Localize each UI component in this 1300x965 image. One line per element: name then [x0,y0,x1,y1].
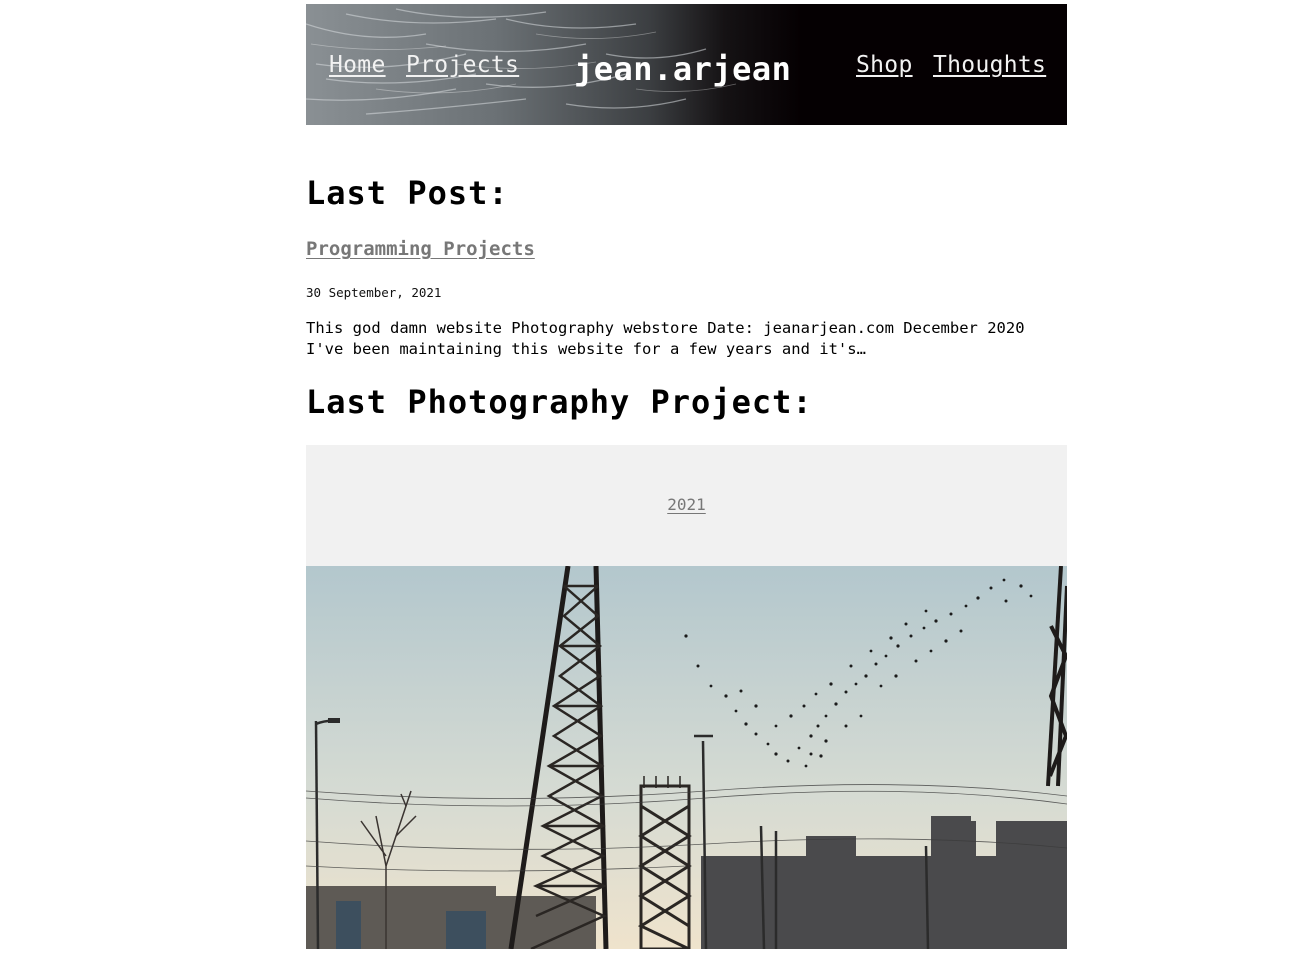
project-year-link[interactable]: 2021 [306,495,1067,514]
post-title-link[interactable]: Programming Projects [306,238,535,260]
header-banner: Home Projects jean.arjean Shop Thoughts [306,4,1067,125]
nav-projects-link[interactable]: Projects [406,52,519,78]
page-container: Home Projects jean.arjean Shop Thoughts … [306,4,1067,949]
last-photography-heading: Last Photography Project: [306,383,813,421]
industrial-skyline-photo-image [306,566,1067,949]
nav-home-link[interactable]: Home [329,52,386,78]
nav-shop-link[interactable]: Shop [856,52,913,78]
post-excerpt: This god damn website Photography websto… [306,319,1025,358]
project-photo[interactable] [306,566,1067,949]
last-post-heading: Last Post: [306,174,509,212]
project-year-box[interactable]: 2021 [306,445,1067,566]
nav-thoughts-link[interactable]: Thoughts [933,52,1046,78]
post-date: 30 September, 2021 [306,285,442,300]
site-title[interactable]: jean.arjean [574,50,791,88]
